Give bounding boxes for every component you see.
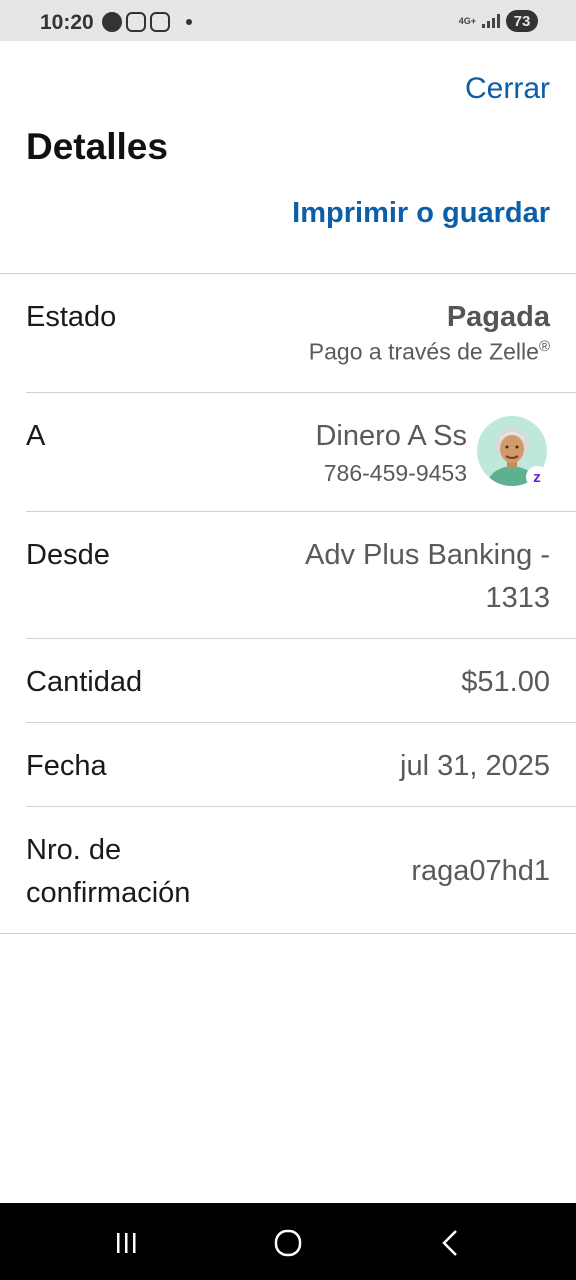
zelle-icon: z	[526, 466, 548, 488]
back-icon[interactable]	[430, 1223, 470, 1263]
from-account-line2: 1313	[485, 582, 550, 614]
more-notifications-icon	[186, 19, 192, 25]
recipient-name: Dinero A Ss	[315, 420, 467, 452]
confirmation-value: raga07hd1	[411, 855, 550, 887]
chat-icon	[102, 12, 122, 32]
estado-label: Estado	[26, 301, 117, 333]
divider	[26, 806, 576, 807]
signal-icon	[482, 14, 500, 28]
instagram-icon	[126, 12, 146, 32]
recent-apps-icon[interactable]	[106, 1223, 146, 1263]
divider	[0, 273, 576, 274]
status-bar: 10:20 4G+ 73	[0, 0, 576, 41]
recipient-label: A	[26, 420, 46, 452]
divider	[26, 511, 576, 512]
amount-value: $51.00	[461, 666, 550, 698]
status-time: 10:20	[40, 11, 94, 34]
home-icon[interactable]	[268, 1223, 308, 1263]
estado-sub: Pago a través de Zelle®	[308, 338, 550, 365]
print-or-save-button[interactable]: Imprimir o guardar	[292, 197, 550, 230]
network-type: 4G+	[458, 15, 476, 26]
notification-icons	[102, 12, 192, 32]
close-button[interactable]: Cerrar	[465, 72, 550, 106]
divider	[26, 722, 576, 723]
instagram-icon	[150, 12, 170, 32]
system-indicators: 4G+ 73	[459, 10, 538, 32]
navigation-bar	[0, 1203, 576, 1280]
date-value: jul 31, 2025	[400, 750, 550, 782]
divider	[0, 933, 576, 934]
divider	[26, 638, 576, 639]
from-account-line1: Adv Plus Banking -	[304, 539, 550, 571]
amount-label: Cantidad	[26, 666, 143, 698]
divider	[26, 392, 576, 393]
from-label: Desde	[26, 539, 110, 571]
date-label: Fecha	[26, 750, 107, 782]
battery-icon: 73	[506, 10, 538, 32]
estado-value: Pagada	[446, 301, 550, 333]
page-title: Detalles	[26, 126, 168, 167]
recipient-phone: 786-459-9453	[323, 460, 467, 486]
confirmation-label-line1: Nro. de	[26, 834, 122, 866]
confirmation-label-line2: confirmación	[26, 877, 191, 909]
